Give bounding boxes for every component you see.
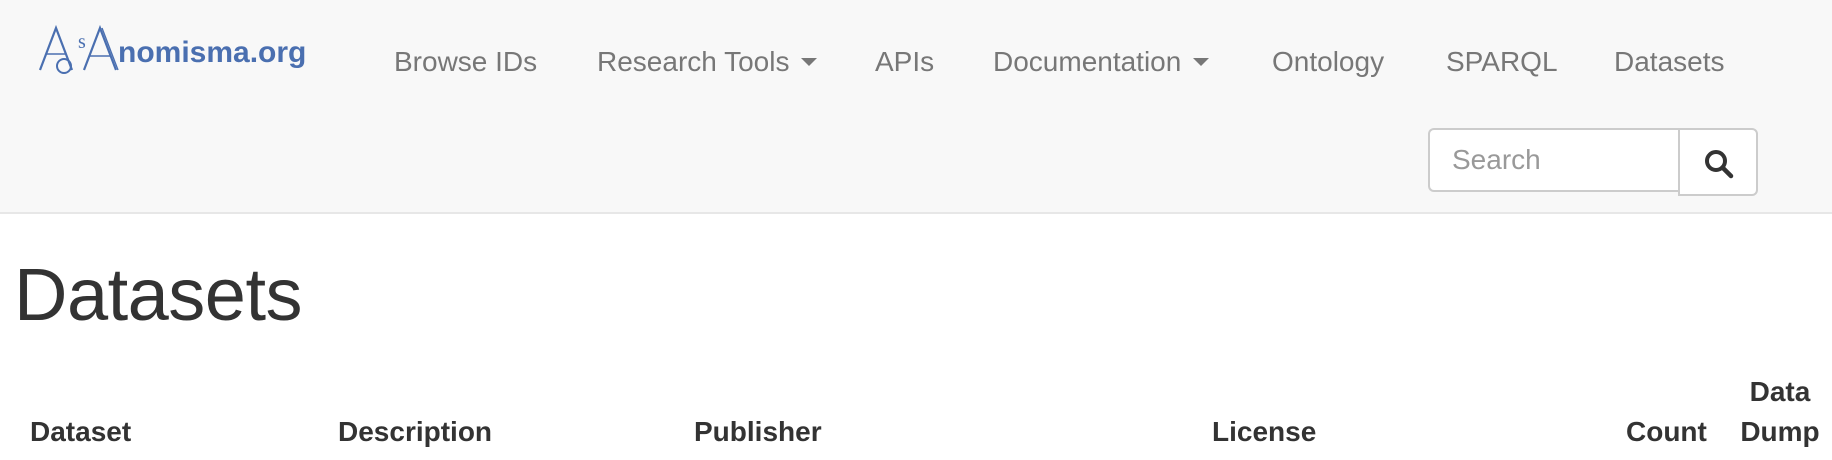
nomisma-logo[interactable]: s nomisma.org [38,24,338,86]
nav-item-documentation[interactable]: Documentation [993,44,1210,80]
search-form [1428,128,1758,196]
nav-item-browse-ids[interactable]: Browse IDs [394,44,537,80]
datasets-table-header: Dataset Description Publisher License Co… [0,360,1832,460]
nav-item-label: SPARQL [1446,46,1558,77]
search-icon [1705,150,1734,179]
column-header-description[interactable]: Description [338,412,492,452]
nav-item-label: Research Tools [597,46,790,77]
nav-item-label: APIs [875,46,935,77]
column-header-dataset[interactable]: Dataset [30,412,131,452]
svg-text:s: s [78,31,86,53]
nav-item-apis[interactable]: APIs [875,44,934,80]
column-header-license[interactable]: License [1212,412,1316,452]
column-header-line: Data [1749,376,1811,407]
column-header-data-dump[interactable]: Data Dump [1734,372,1826,452]
nav-item-label: Documentation [993,46,1182,77]
column-header-publisher[interactable]: Publisher [694,412,822,452]
column-header-line: Dump [1740,416,1820,447]
nav-item-research-tools[interactable]: Research Tools [597,44,818,80]
nav-item-label: Datasets [1614,46,1725,77]
nav-item-label: Browse IDs [394,46,538,77]
nav-item-datasets[interactable]: Datasets [1614,44,1725,80]
page-title: Datasets [14,253,303,336]
caret-down-icon [1193,57,1210,66]
search-button[interactable] [1678,128,1758,196]
nav-item-ontology[interactable]: Ontology [1272,44,1384,80]
brand-name: nomisma.org [118,36,306,69]
column-header-count[interactable]: Count [1626,412,1707,452]
navbar: s nomisma.org Browse IDs Research Tools … [0,0,1832,214]
caret-down-icon [801,57,818,66]
nav-item-label: Ontology [1272,46,1385,77]
nav-item-sparql[interactable]: SPARQL [1446,44,1558,80]
search-input[interactable] [1428,128,1678,192]
